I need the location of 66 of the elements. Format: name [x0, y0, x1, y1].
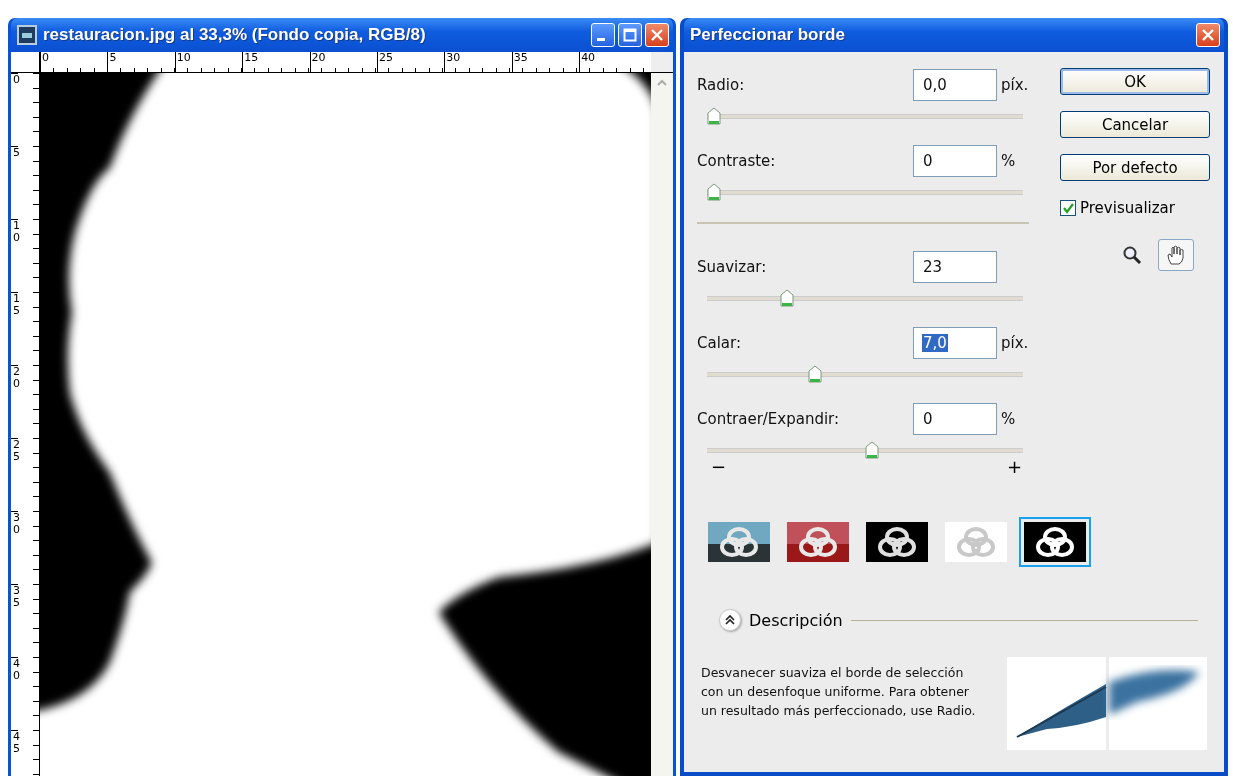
unit-label: %	[1000, 152, 1017, 170]
slider-thumb[interactable]	[779, 289, 794, 307]
ruler-label: 25	[11, 438, 18, 511]
close-icon	[650, 28, 664, 42]
minimize-icon	[597, 37, 605, 41]
close-icon	[1201, 28, 1215, 42]
ruler-label: 20	[309, 52, 377, 72]
scale-min-label: −	[711, 456, 727, 477]
ruler-label: 30	[11, 511, 18, 584]
description-text: Desvanecer suaviza el borde de selección con un desenfoque uniforme. Para obtener un resultado más perfeccionado, use Radio.	[701, 664, 977, 720]
ruler-label: 35	[11, 584, 18, 657]
ruler-label: 35	[511, 52, 580, 72]
dialog-button[interactable]: Por defecto	[1060, 154, 1210, 181]
value-field[interactable]: 7,0	[913, 327, 997, 359]
window-title: restauracion.jpg al 33,3% (Fondo copia, RGB/8)	[43, 25, 427, 45]
scrollbar-corner	[651, 52, 673, 72]
app-icon	[17, 25, 37, 45]
ruler-label: 10	[174, 52, 243, 72]
close-button[interactable]	[645, 23, 669, 47]
ruler-label: 40	[11, 657, 18, 730]
ruler-label: 40	[579, 52, 647, 72]
value-field[interactable]: 0,0	[913, 69, 997, 101]
slider-thumb[interactable]	[808, 365, 823, 383]
ruler-label: 25	[376, 52, 445, 72]
field-label: Contraste:	[697, 152, 777, 170]
scale-max-label: +	[1006, 456, 1022, 477]
field-label: Radio:	[697, 76, 746, 94]
ruler-label: 15	[242, 52, 310, 72]
dialog-title: Perfeccionar borde	[690, 25, 846, 45]
ruler-label: 5	[11, 146, 18, 219]
slider-thumb[interactable]	[865, 441, 879, 459]
ruler-label: 0	[40, 52, 108, 72]
hand-icon	[1165, 244, 1187, 266]
collapse-button[interactable]	[719, 609, 741, 631]
ruler-label: 0	[11, 73, 18, 146]
ruler-label: 45	[11, 730, 18, 776]
unit-label: píx.	[1000, 334, 1030, 352]
hand-tool-button[interactable]	[1158, 239, 1194, 271]
checkbox-label[interactable]: Previsualizar	[1080, 199, 1175, 217]
maximize-button[interactable]	[618, 23, 642, 47]
ruler-label: 5	[107, 52, 175, 72]
value-field[interactable]: 0	[913, 403, 997, 435]
field-label: Calar:	[697, 334, 742, 352]
unit-label: %	[1000, 410, 1017, 428]
magnifier-icon	[1121, 244, 1143, 266]
field-label: Contraer/Expandir:	[697, 410, 841, 428]
minimize-button[interactable]	[591, 23, 615, 47]
view-mode-thumbnail[interactable]	[1019, 517, 1091, 567]
value-field[interactable]: 0	[913, 145, 997, 177]
dialog-button[interactable]: Cancelar	[1060, 111, 1210, 138]
dialog-button[interactable]: OK	[1060, 68, 1210, 95]
slider-thumb[interactable]	[707, 107, 721, 125]
section-heading: Descripción	[749, 610, 843, 630]
close-button[interactable]	[1196, 23, 1220, 47]
maximize-icon	[623, 28, 637, 42]
checkbox[interactable]	[1060, 200, 1076, 216]
ruler-label: 20	[11, 365, 18, 438]
field-label: Suavizar:	[697, 258, 768, 276]
ruler-label: 15	[11, 292, 18, 365]
ruler-label: 30	[444, 52, 512, 72]
slider-thumb[interactable]	[707, 183, 721, 201]
scrollbar[interactable]	[651, 73, 673, 776]
unit-label: píx.	[1000, 76, 1030, 94]
chevron-icon	[724, 614, 736, 626]
value-field[interactable]: 23	[913, 251, 997, 283]
ruler-label: 10	[11, 219, 18, 292]
